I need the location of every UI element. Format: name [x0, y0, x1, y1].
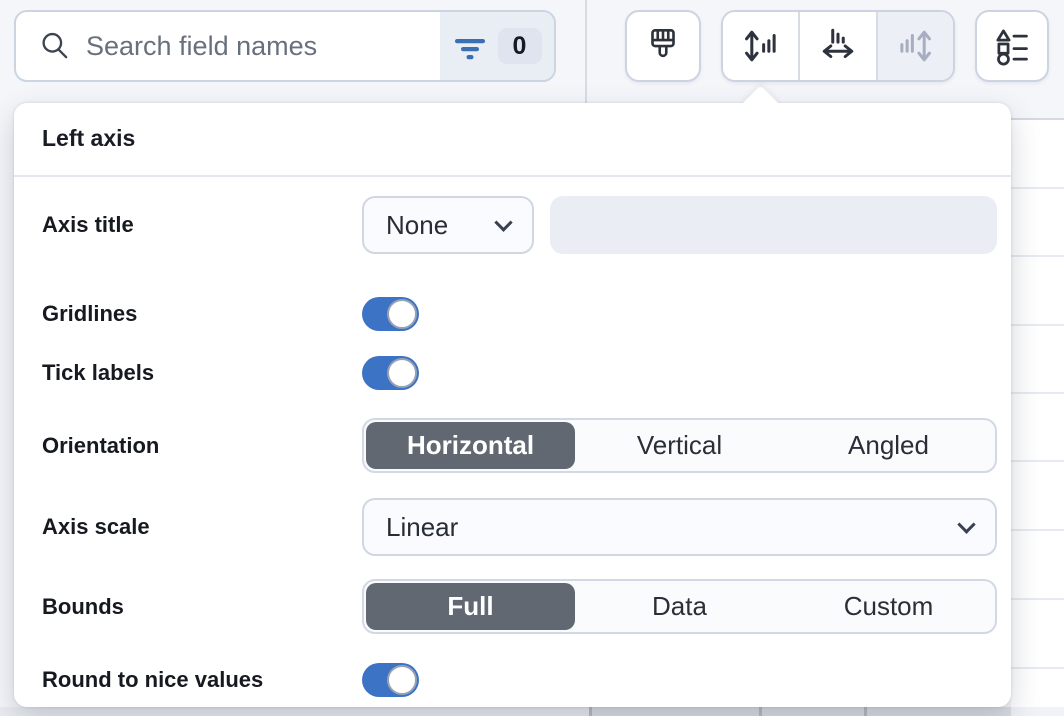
bounds-custom-button[interactable]: Custom: [784, 583, 993, 630]
axis-title-row: Axis title None: [42, 196, 997, 254]
axis-title-mode-select[interactable]: None: [362, 196, 534, 254]
axis-right-icon: [894, 25, 936, 67]
axis-scale-value: Linear: [386, 512, 458, 543]
legend-button[interactable]: [975, 10, 1049, 82]
right-axis-button: [876, 12, 953, 80]
orientation-label: Orientation: [42, 433, 362, 459]
legend-icon: [991, 25, 1033, 67]
axis-title-label: Axis title: [42, 212, 362, 238]
axis-left-icon: [740, 25, 782, 67]
left-axis-button[interactable]: [723, 12, 798, 80]
axis-scale-row: Axis scale Linear: [42, 498, 997, 556]
chevron-down-icon: [957, 515, 975, 533]
field-search-bar[interactable]: 0: [14, 10, 556, 82]
axis-title-text-input[interactable]: [550, 196, 997, 254]
popover-header: Left axis: [14, 103, 1011, 177]
axis-scale-label: Axis scale: [42, 514, 362, 540]
tick-labels-label: Tick labels: [42, 360, 362, 386]
search-input[interactable]: [86, 31, 440, 62]
orientation-angled-button[interactable]: Angled: [784, 422, 993, 469]
topbar-divider: [585, 0, 587, 103]
bounds-full-button[interactable]: Full: [366, 583, 575, 630]
orientation-horizontal-button[interactable]: Horizontal: [366, 422, 575, 469]
background-bottom-strip: [0, 707, 1064, 716]
gridlines-label: Gridlines: [42, 301, 362, 327]
orientation-button-group: Horizontal Vertical Angled: [362, 418, 997, 473]
filter-count-badge: 0: [498, 28, 542, 64]
field-filter-append[interactable]: 0: [440, 10, 554, 82]
bounds-data-button[interactable]: Data: [575, 583, 784, 630]
axis-settings-button-group: [721, 10, 955, 82]
gridlines-row: Gridlines: [42, 297, 997, 331]
chevron-down-icon: [494, 213, 512, 231]
chart-area-sliver: [1011, 118, 1064, 707]
axis-scale-select[interactable]: Linear: [362, 498, 997, 556]
popover-title: Left axis: [42, 125, 983, 152]
axis-title-mode-value: None: [386, 210, 448, 241]
orientation-vertical-button[interactable]: Vertical: [575, 422, 784, 469]
gridlines-toggle[interactable]: [362, 297, 419, 331]
orientation-row: Orientation Horizontal Vertical Angled: [42, 418, 997, 473]
tick-labels-toggle[interactable]: [362, 356, 419, 390]
search-icon: [38, 29, 72, 63]
round-to-nice-values-toggle[interactable]: [362, 663, 419, 697]
bottom-axis-button[interactable]: [798, 12, 875, 80]
bounds-label: Bounds: [42, 594, 362, 620]
popover-body: Axis title None Gridlines Tick labe: [14, 196, 1011, 697]
axis-bottom-icon: [817, 25, 859, 67]
tick-labels-row: Tick labels: [42, 356, 997, 390]
round-to-nice-values-label: Round to nice values: [42, 667, 362, 693]
bounds-row: Bounds Full Data Custom: [42, 579, 997, 634]
visual-options-button[interactable]: [625, 10, 701, 82]
bounds-button-group: Full Data Custom: [362, 579, 997, 634]
filter-icon[interactable]: [453, 29, 487, 63]
paintbrush-icon: [642, 25, 684, 67]
round-to-nice-values-row: Round to nice values: [42, 663, 997, 697]
lens-editor-screen: 0: [0, 0, 1064, 716]
left-axis-popover: Left axis Axis title None Gridlines: [14, 103, 1011, 707]
